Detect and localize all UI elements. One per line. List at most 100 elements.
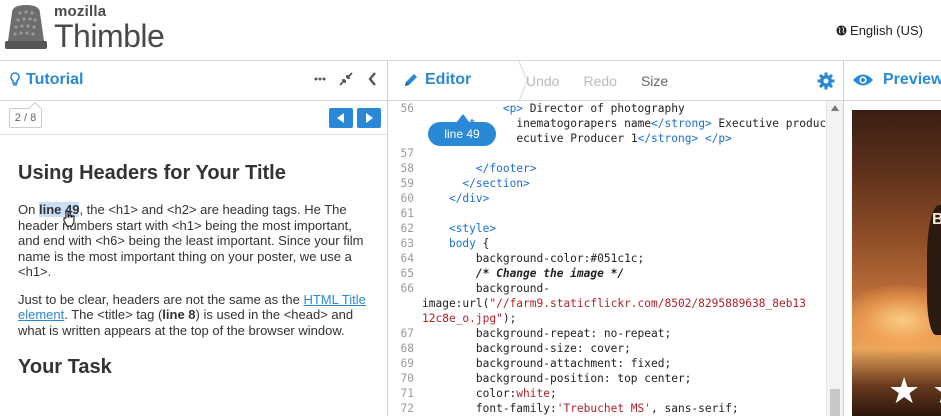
code-line[interactable]: 68 background-size: cover; <box>388 341 826 356</box>
code-line[interactable]: 63 body { <box>388 236 826 251</box>
tutorial-heading: Using Headers for Your Title <box>18 162 286 184</box>
line-number[interactable]: 72 <box>388 401 414 416</box>
code-text: background- <box>422 282 550 295</box>
code-line[interactable]: 70 background-position: top center; <box>388 371 826 386</box>
preview-tab[interactable]: Preview <box>852 71 941 89</box>
top-header: mozilla Thimble English (US) <box>0 0 941 61</box>
code-text: /* Change the image */ <box>475 267 625 280</box>
previous-step-button[interactable] <box>329 108 353 128</box>
language-label: English (US) <box>850 23 923 38</box>
code-editor[interactable]: 56 <p> Director of photography <st inema… <box>388 101 843 416</box>
line-number[interactable]: 70 <box>388 371 414 386</box>
code-text: image:url("//farm9.staticflickr.com/8502… <box>422 297 806 310</box>
code-line[interactable]: 57 <box>388 146 826 161</box>
code-line[interactable]: image:url("//farm9.staticflickr.com/8502… <box>388 296 826 311</box>
brand-name: Thimble <box>54 18 165 54</box>
tutorial-paragraph: Just to be clear, headers are not the sa… <box>18 291 366 338</box>
code-line[interactable]: 66 background- <box>388 281 826 296</box>
code-text: </div> <box>448 192 490 205</box>
chevron-left-icon[interactable] <box>365 70 379 88</box>
tutorial-content: Using Headers for Your Title On line 49,… <box>0 135 387 416</box>
gear-icon[interactable] <box>817 72 835 90</box>
more-icon[interactable] <box>313 70 327 88</box>
pencil-icon <box>405 74 417 86</box>
code-line[interactable]: 59 </section> <box>388 176 826 191</box>
triangle-right-icon <box>366 113 373 123</box>
code-text: background-repeat: no-repeat; <box>422 327 672 340</box>
lightbulb-icon <box>10 72 20 86</box>
scrollbar-thumb[interactable] <box>830 389 840 416</box>
tutorial-tools <box>313 70 379 88</box>
code-text: </footer> <box>475 162 537 175</box>
line-number[interactable]: 56 <box>388 101 414 116</box>
preview-text: B <box>932 211 941 228</box>
line-tooltip: line 49 <box>428 122 496 146</box>
code-text: background-position: top center; <box>422 372 692 385</box>
code-line[interactable]: 67 background-repeat: no-repeat; <box>388 326 826 341</box>
line-number[interactable]: 64 <box>388 251 414 266</box>
collapse-icon[interactable] <box>339 70 353 88</box>
code-line[interactable]: 56 <p> Director of photography <box>388 101 826 116</box>
undo-button[interactable]: Undo <box>526 73 559 89</box>
star-icon: ★ <box>888 370 921 411</box>
code-line[interactable]: 12c8e_o.jpg"); <box>388 311 826 326</box>
line-number[interactable]: 59 <box>388 176 414 191</box>
line-number[interactable]: 57 <box>388 146 414 161</box>
thimble-logo-icon <box>5 5 47 49</box>
code-line[interactable]: 60 </div> <box>388 191 826 206</box>
line-number[interactable]: 60 <box>388 191 414 206</box>
preview-panel-header: Preview <box>844 61 941 101</box>
globe-icon <box>836 25 847 36</box>
code-text: </section> <box>462 177 530 190</box>
brand-small: mozilla <box>54 3 107 20</box>
code-line[interactable]: 65 /* Change the image */ <box>388 266 826 281</box>
line-number[interactable]: 58 <box>388 161 414 176</box>
task-heading: Your Task <box>18 356 112 378</box>
star-icon: ★ <box>932 373 941 409</box>
preview-image: B ★ ★ <box>852 110 941 416</box>
thimble-logo[interactable]: mozilla Thimble <box>4 3 165 54</box>
editor-panel-header: Editor Undo Redo Size <box>388 61 843 101</box>
triangle-left-icon <box>337 113 344 123</box>
editor-scrollbar[interactable] <box>826 101 843 416</box>
code-line[interactable]: 62 <style> <box>388 221 826 236</box>
line-number[interactable]: 61 <box>388 206 414 221</box>
scroll-up-icon[interactable] <box>831 105 839 111</box>
redo-button[interactable]: Redo <box>583 73 616 89</box>
line-number[interactable]: 67 <box>388 326 414 341</box>
code-text: 12c8e_o.jpg"); <box>422 312 517 325</box>
code-text: background-size: cover; <box>422 342 631 355</box>
panel-divider[interactable] <box>843 61 844 416</box>
next-step-button[interactable] <box>357 108 381 128</box>
code-line[interactable]: 69 background-attachment: fixed; <box>388 356 826 371</box>
code-text: background-color:#051c1c; <box>422 252 645 265</box>
line-reference-link[interactable]: line 8 <box>162 307 195 322</box>
line-number[interactable]: 63 <box>388 236 414 251</box>
code-line[interactable]: 58 </footer> <box>388 161 826 176</box>
tutorial-panel-header: Tutorial <box>0 61 387 101</box>
hand-cursor-icon <box>63 210 75 227</box>
code-line[interactable]: 64 background-color:#051c1c; <box>388 251 826 266</box>
code-line[interactable]: 72 font-family:'Trebuchet MS', sans-seri… <box>388 401 826 416</box>
line-number[interactable]: 68 <box>388 341 414 356</box>
tutorial-title: Tutorial <box>10 71 83 89</box>
line-number[interactable]: 69 <box>388 356 414 371</box>
code-text: <style> <box>448 222 497 235</box>
page-counter: 2 / 8 <box>9 101 43 128</box>
code-text: font-family:'Trebuchet MS', sans-serif; <box>422 402 739 415</box>
language-selector[interactable]: English (US) <box>836 23 923 38</box>
line-number[interactable]: 62 <box>388 221 414 236</box>
size-button[interactable]: Size <box>641 73 668 89</box>
line-number[interactable]: 71 <box>388 386 414 401</box>
editor-toolbar: Undo Redo Size <box>526 73 668 89</box>
code-text: color:white; <box>422 387 557 400</box>
editor-tab[interactable]: Editor <box>403 71 471 89</box>
code-text: body { <box>448 237 490 250</box>
code-line[interactable]: 71 color:white; <box>388 386 826 401</box>
code-line[interactable]: 61 <box>388 206 826 221</box>
line-number[interactable]: 66 <box>388 281 414 296</box>
eye-icon <box>853 74 873 86</box>
line-number[interactable]: 65 <box>388 266 414 281</box>
tutorial-nav-bar: 2 / 8 <box>0 101 387 135</box>
code-text: background-attachment: fixed; <box>422 357 672 370</box>
